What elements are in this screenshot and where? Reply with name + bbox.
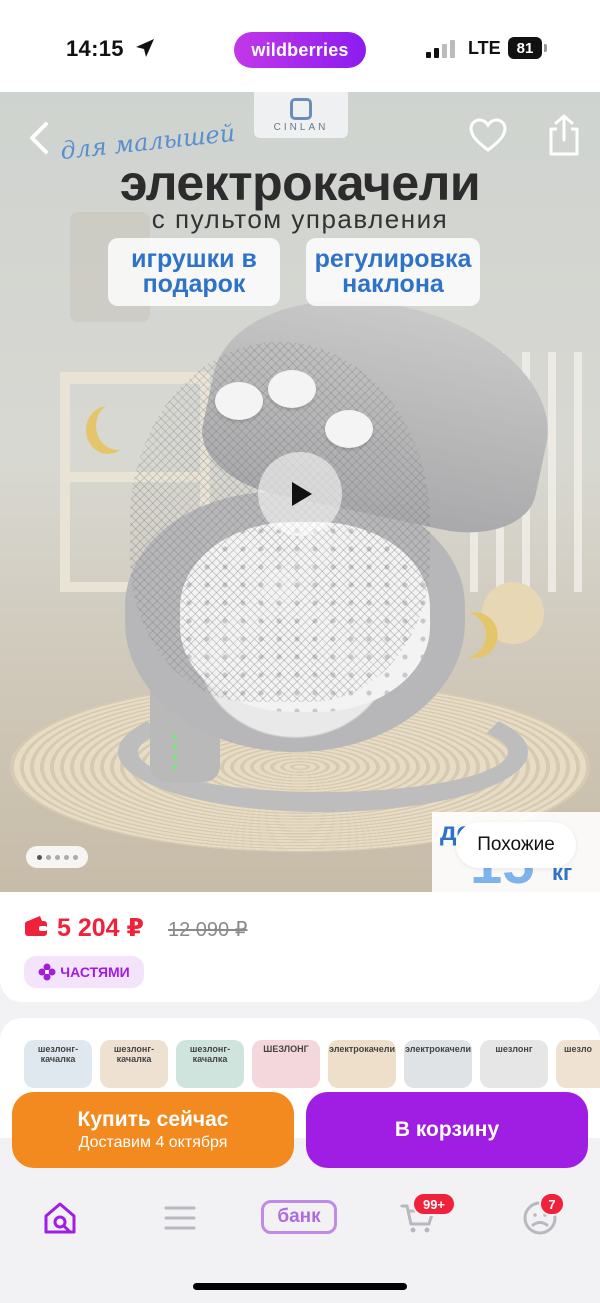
- cinlan-logo-text: CINLAN: [273, 121, 329, 133]
- flower-icon: [38, 963, 56, 981]
- promo-subheadline: с пультом управления: [151, 204, 449, 234]
- back-chevron-icon[interactable]: [22, 118, 56, 158]
- product-thumbnail[interactable]: ШЕЗЛОНГ: [252, 1040, 320, 1088]
- battery-icon: 81: [508, 37, 542, 59]
- installments-badge[interactable]: ЧАСТЯМИ: [24, 956, 144, 988]
- product-thumbnail[interactable]: шезлонг-качалка: [100, 1040, 168, 1088]
- gallery-dot[interactable]: [63, 854, 69, 860]
- product-thumbnail[interactable]: шезлонг-качалка: [176, 1040, 244, 1088]
- delivery-date: Доставим 4 октября: [78, 1134, 228, 1151]
- feature-badge-recline: регулировка наклона: [306, 238, 480, 306]
- wildberries-logo: wildberries: [234, 32, 366, 68]
- bear-toy: [325, 410, 373, 448]
- installments-label: ЧАСТЯМИ: [60, 964, 130, 980]
- product-thumbnail[interactable]: электрокачели: [328, 1040, 396, 1088]
- network-type: LTE: [468, 38, 501, 58]
- product-thumbnail[interactable]: шезлонг-качалка: [24, 1040, 92, 1088]
- cinlan-logo: CINLAN: [254, 92, 348, 138]
- gallery-pagination[interactable]: [26, 846, 88, 868]
- product-thumbnail[interactable]: шезло: [556, 1040, 600, 1088]
- battery-tip: [544, 44, 547, 52]
- moon-toy: [96, 402, 140, 450]
- buy-now-label: Купить сейчас: [77, 1108, 229, 1131]
- wallet-icon: [25, 916, 47, 936]
- status-time: 14:15: [66, 36, 124, 61]
- product-thumbnail[interactable]: шезлонг: [480, 1040, 548, 1088]
- cloud-toy: [268, 370, 316, 408]
- cinlan-mark: [290, 97, 312, 120]
- play-icon: [292, 482, 312, 506]
- bank-icon[interactable]: банк: [261, 1200, 337, 1234]
- cloud-toy: [215, 382, 263, 420]
- gallery-dot[interactable]: [54, 854, 60, 860]
- feature-badge-toys: игрушки в подарок: [108, 238, 280, 306]
- old-price: 12 090 ₽: [168, 919, 248, 941]
- ball-toy: [482, 582, 544, 644]
- home-search-icon[interactable]: [40, 1198, 80, 1238]
- share-icon[interactable]: [544, 112, 584, 158]
- profile-badge: 7: [539, 1192, 565, 1216]
- buy-now-button[interactable]: Купить сейчас Доставим 4 октября: [12, 1092, 294, 1168]
- control-lights: [168, 732, 182, 772]
- add-to-cart-button[interactable]: В корзину: [306, 1092, 588, 1168]
- heart-icon[interactable]: [468, 116, 508, 156]
- product-thumbnail[interactable]: электрокачели: [404, 1040, 472, 1088]
- gallery-dot[interactable]: [36, 854, 42, 860]
- location-arrow-icon: [136, 39, 154, 57]
- gallery-dot[interactable]: [72, 854, 78, 860]
- similar-button[interactable]: Похожие: [456, 822, 576, 868]
- signal-icon: [426, 40, 455, 58]
- menu-icon[interactable]: [160, 1198, 200, 1238]
- play-video-button[interactable]: [258, 452, 342, 536]
- cart-badge: 99+: [412, 1192, 456, 1216]
- home-indicator[interactable]: [193, 1283, 407, 1290]
- gallery-dot[interactable]: [45, 854, 51, 860]
- current-price: 5 204 ₽: [57, 914, 144, 942]
